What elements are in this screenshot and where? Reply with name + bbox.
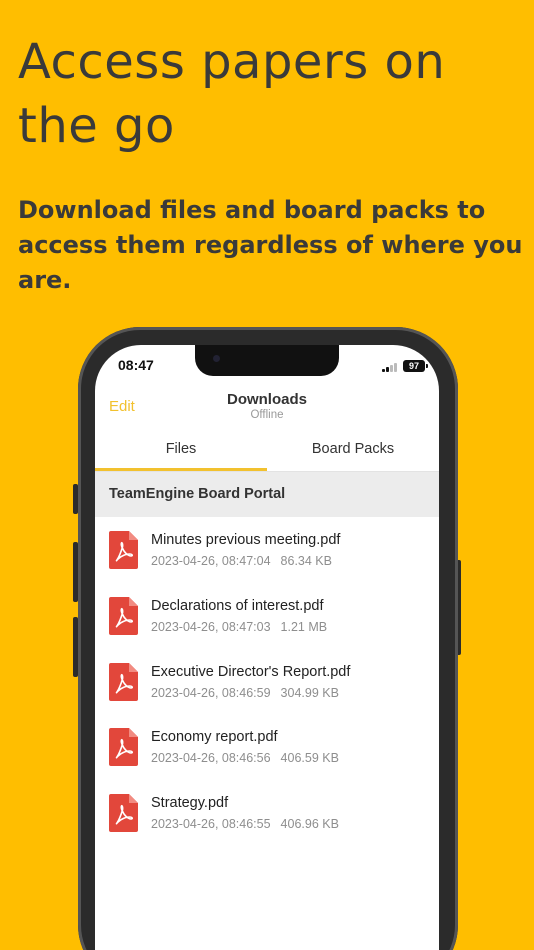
- status-time: 08:47: [118, 357, 154, 373]
- file-list-item[interactable]: Strategy.pdf 2023-04-26, 08:46:55 406.96 …: [95, 780, 439, 846]
- file-name: Declarations of interest.pdf: [151, 597, 324, 614]
- tab-files[interactable]: Files: [95, 427, 267, 472]
- dynamic-island: [195, 345, 339, 376]
- pdf-file-icon: [109, 531, 138, 569]
- tab-bar: Files Board Packs: [95, 427, 439, 472]
- file-size: 406.59 KB: [280, 751, 339, 766]
- pdf-file-icon: [109, 794, 138, 833]
- file-date: 2023-04-26, 08:46:59: [151, 685, 271, 700]
- file-size: 406.96 KB: [280, 817, 339, 832]
- battery-icon: 97: [403, 360, 425, 372]
- file-date: 2023-04-26, 08:46:56: [151, 751, 271, 766]
- file-size: 1.21 MB: [280, 619, 328, 634]
- file-meta: 2023-04-26, 08:47:03 1.21 MB: [151, 620, 327, 634]
- promo-headline: Access papers on the go: [18, 34, 446, 154]
- pdf-file-icon: [109, 662, 138, 701]
- file-name: Strategy.pdf: [151, 795, 229, 812]
- phone-screen: 08:47 97 Edit Downloads Offline Files Bo…: [95, 345, 439, 950]
- camera-icon: [213, 355, 220, 362]
- file-name: Minutes previous meeting.pdf: [151, 532, 341, 548]
- file-size: 304.99 KB: [280, 685, 339, 700]
- file-date: 2023-04-26, 08:47:03: [151, 619, 271, 634]
- battery-tip: [426, 364, 428, 368]
- file-list-item[interactable]: Minutes previous meeting.pdf 2023-04-26,…: [95, 517, 439, 583]
- file-size: 86.34 KB: [280, 554, 332, 568]
- pdf-file-icon: [109, 596, 138, 635]
- signal-icon: [382, 363, 398, 372]
- pdf-file-icon: [109, 728, 138, 767]
- file-date: 2023-04-26, 08:47:04: [151, 554, 271, 568]
- file-meta: 2023-04-26, 08:46:56 406.59 KB: [151, 751, 339, 765]
- file-list-item[interactable]: Declarations of interest.pdf 2023-04-26,…: [95, 583, 439, 649]
- file-date: 2023-04-26, 08:46:55: [151, 817, 271, 832]
- file-meta: 2023-04-26, 08:47:04 86.34 KB: [151, 554, 332, 568]
- file-name: Executive Director's Report.pdf: [151, 663, 351, 680]
- file-meta: 2023-04-26, 08:46:55 406.96 KB: [151, 817, 339, 831]
- promo-subline: Download files and board packs to access…: [18, 196, 523, 294]
- page-title: Downloads: [226, 391, 307, 408]
- file-list-item[interactable]: Executive Director's Report.pdf 2023-04-…: [95, 649, 439, 715]
- tab-selected-indicator: [95, 468, 267, 471]
- file-list-item[interactable]: Economy report.pdf 2023-04-26, 08:46:56 4…: [95, 714, 439, 780]
- tab-board-packs[interactable]: Board Packs: [267, 427, 439, 472]
- section-header: TeamEngine Board Portal: [95, 472, 439, 517]
- file-list: Minutes previous meeting.pdf 2023-04-26,…: [95, 517, 439, 846]
- file-meta: 2023-04-26, 08:46:59 304.99 KB: [151, 686, 339, 700]
- file-name: Economy report.pdf: [151, 729, 278, 746]
- page-subtitle: Offline: [250, 409, 284, 421]
